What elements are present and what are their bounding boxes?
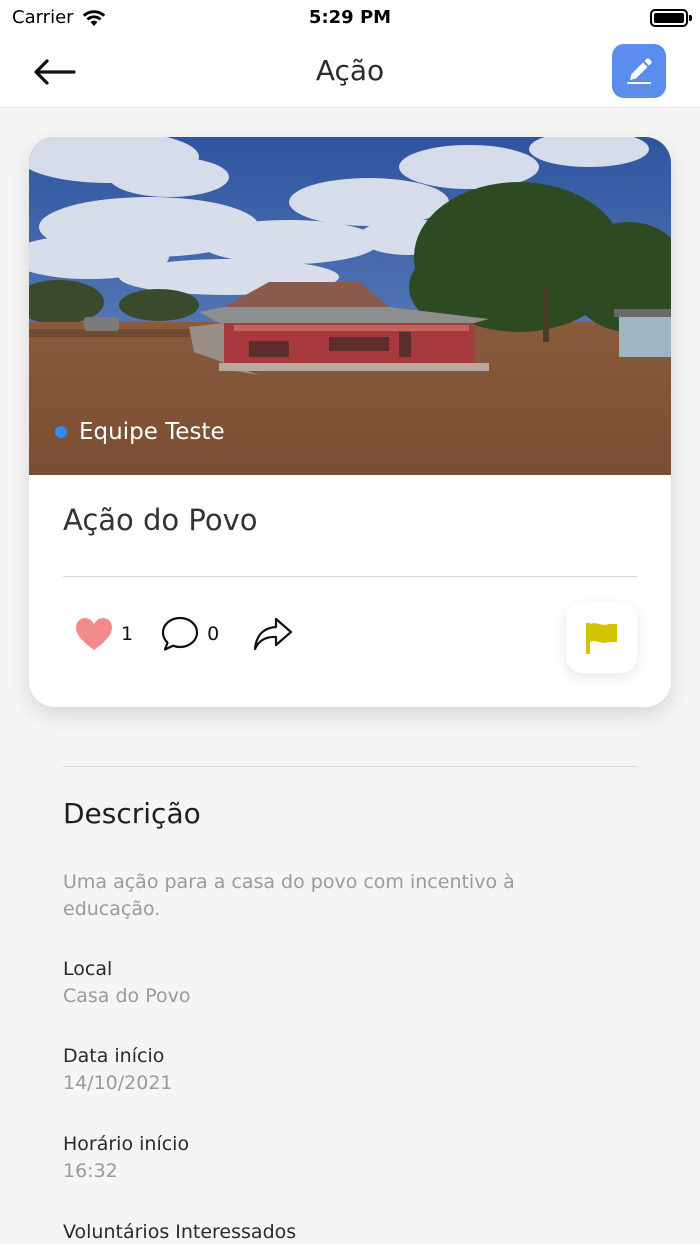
status-time: 5:29 PM [308,7,392,28]
volunteers-label: Voluntários Interessados [63,1221,297,1243]
battery-icon [650,9,692,27]
comment-bubble-icon [161,616,199,651]
flag-icon [585,622,617,654]
action-title: Ação do Povo [63,503,258,537]
divider [63,576,637,577]
start-date-label: Data início [63,1045,165,1067]
share-arrow-icon [254,617,293,651]
heart-icon [76,618,112,650]
team-tag: Equipe Teste [55,419,225,445]
action-card[interactable]: Equipe Teste Ação do Povo 1 0 [29,137,671,707]
start-time-label: Horário início [63,1133,190,1155]
like-count: 1 [121,623,134,645]
navigation-bar: Ação [0,36,700,108]
team-name: Equipe Teste [79,419,225,445]
page-title: Ação [315,54,385,87]
description-heading: Descrição [63,797,201,830]
status-bar: Carrier 5:29 PM [0,0,700,36]
share-button[interactable] [253,616,293,652]
local-value: Casa do Povo [63,985,191,1007]
pencil-icon [627,58,652,84]
start-time-value: 16:32 [63,1160,118,1182]
comment-count: 0 [207,623,220,645]
start-date-field: Data início 14/10/2021 [63,1043,173,1097]
comment-button[interactable]: 0 [161,616,219,652]
start-time-field: Horário início 16:32 [63,1131,189,1185]
like-button[interactable]: 1 [75,617,133,651]
action-bar: 1 0 [75,613,293,655]
local-field: Local Casa do Povo [63,956,191,1010]
team-color-dot [55,426,67,438]
volunteers-field: Voluntários Interessados [63,1219,296,1244]
section-divider [63,766,637,767]
action-photo: Equipe Teste [29,137,671,475]
start-date-value: 14/10/2021 [63,1072,173,1094]
edit-button[interactable] [612,44,666,98]
description-text: Uma ação para a casa do povo com incenti… [63,871,515,920]
report-flag-button[interactable] [566,602,637,673]
local-label: Local [63,958,113,980]
